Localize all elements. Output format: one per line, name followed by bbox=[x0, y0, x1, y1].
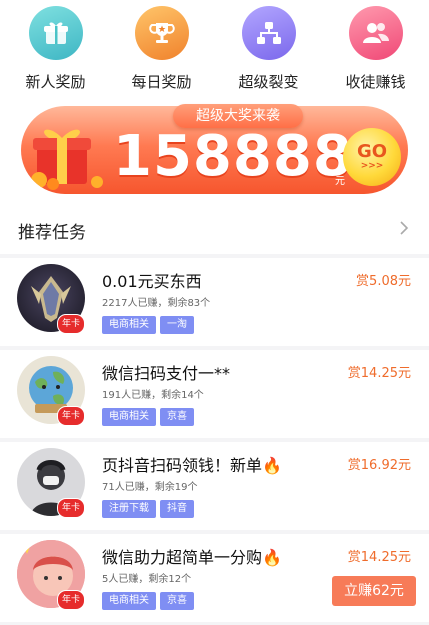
task-reward: 赏5.08元 bbox=[356, 274, 411, 289]
task-tag: 抖音 bbox=[160, 500, 194, 518]
task-tag: 京喜 bbox=[160, 592, 194, 610]
top-panel: 新人奖励 每日奖励 超级裂变 收徒赚钱 158888 元 GO >>> 超级大奖… bbox=[0, 0, 429, 204]
section-title: 推荐任务 bbox=[18, 223, 86, 243]
quick-link-super-fission[interactable]: 超级裂变 bbox=[215, 6, 322, 96]
quick-link-label: 超级裂变 bbox=[238, 73, 299, 91]
annual-card-badge: 年卡 bbox=[57, 498, 85, 518]
network-icon bbox=[241, 6, 296, 60]
quick-links: 新人奖励 每日奖励 超级裂变 收徒赚钱 bbox=[0, 6, 429, 96]
task-tag: 注册下载 bbox=[102, 500, 156, 518]
quick-link-label: 每日奖励 bbox=[131, 73, 192, 91]
task-stats: 5人已赚，剩余12个 bbox=[102, 574, 192, 585]
task-stats: 71人已赚，剩余19个 bbox=[102, 482, 198, 493]
task-title: 页抖音扫码领钱！新单🔥 bbox=[102, 456, 282, 475]
jackpot-amount: 158888 bbox=[113, 124, 353, 189]
task-tag: 电商相关 bbox=[102, 316, 156, 334]
trophy-icon bbox=[134, 6, 189, 60]
gift-icon bbox=[28, 6, 83, 60]
users-icon bbox=[348, 6, 403, 60]
quick-link-daily-reward[interactable]: 每日奖励 bbox=[108, 6, 215, 96]
quick-link-label: 收徒赚钱 bbox=[345, 73, 406, 91]
annual-card-badge: 年卡 bbox=[57, 590, 85, 610]
task-reward: 赏14.25元 bbox=[347, 550, 411, 565]
task-reward: 赏16.92元 bbox=[347, 458, 411, 473]
recommended-tasks-header[interactable]: 推荐任务 bbox=[0, 204, 429, 254]
gift-box-illustration bbox=[27, 120, 109, 190]
task-stats: 191人已赚，剩余14个 bbox=[102, 390, 204, 401]
annual-card-badge: 年卡 bbox=[57, 314, 85, 334]
task-title: 微信扫码支付一** bbox=[102, 364, 231, 383]
task-tags: 电商相关 一淘 bbox=[102, 312, 198, 334]
task-title: 微信助力超简单一分购🔥 bbox=[102, 548, 282, 567]
task-reward: 赏14.25元 bbox=[347, 366, 411, 381]
quick-link-newcomer-reward[interactable]: 新人奖励 bbox=[2, 6, 109, 96]
go-button[interactable]: GO >>> bbox=[343, 128, 401, 186]
go-arrows: >>> bbox=[360, 161, 384, 171]
task-item[interactable]: 年卡 页抖音扫码领钱！新单🔥 71人已赚，剩余19个 注册下载 抖音 赏16.92… bbox=[0, 442, 429, 530]
earn-now-button[interactable]: 立赚62元 bbox=[332, 576, 416, 606]
task-stats: 2217人已赚，剩余83个 bbox=[102, 298, 211, 309]
banner-tag: 超级大奖来袭 bbox=[173, 104, 303, 128]
task-tags: 注册下载 抖音 bbox=[102, 496, 198, 518]
quick-link-recruit-earn[interactable]: 收徒赚钱 bbox=[322, 6, 429, 96]
task-item[interactable]: 年卡 微信扫码支付一** 191人已赚，剩余14个 电商相关 京喜 赏14.25元 bbox=[0, 350, 429, 438]
task-tag: 京喜 bbox=[160, 408, 194, 426]
task-tags: 电商相关 京喜 bbox=[102, 588, 198, 610]
jackpot-unit: 元 bbox=[335, 176, 345, 187]
task-tag: 电商相关 bbox=[102, 592, 156, 610]
chevron-right-icon bbox=[400, 221, 409, 235]
task-title: 0.01元买东西 bbox=[102, 272, 202, 291]
task-item[interactable]: 年卡 微信助力超简单一分购🔥 5人已赚，剩余12个 电商相关 京喜 赏14.25元… bbox=[0, 534, 429, 622]
task-tags: 电商相关 京喜 bbox=[102, 404, 198, 426]
task-item[interactable]: 年卡 0.01元买东西 2217人已赚，剩余83个 电商相关 一淘 赏5.08元 bbox=[0, 258, 429, 346]
task-tag: 电商相关 bbox=[102, 408, 156, 426]
annual-card-badge: 年卡 bbox=[57, 406, 85, 426]
task-tag: 一淘 bbox=[160, 316, 194, 334]
quick-link-label: 新人奖励 bbox=[25, 73, 86, 91]
go-label: GO bbox=[356, 141, 388, 162]
